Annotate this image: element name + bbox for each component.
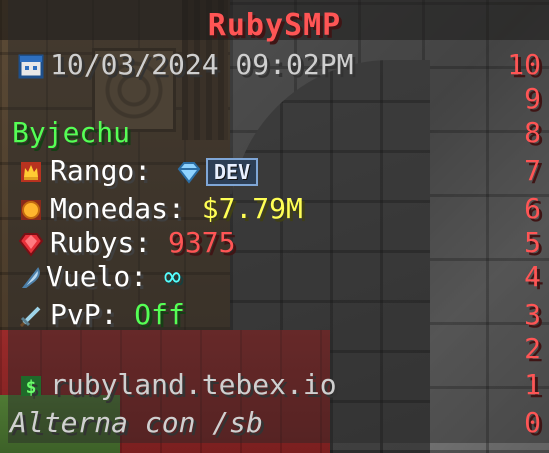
calendar-icon [18, 53, 44, 79]
store-url: rubyland.tebex.io [50, 368, 337, 401]
fly-value: ∞ [164, 260, 181, 293]
scoreboard-row-hint: Alterna con /sb 0 [0, 406, 549, 440]
rubies-label: Rubys: [50, 226, 152, 259]
scoreboard-row-rubies: Rubys: 9375 5 [0, 226, 549, 260]
scoreboard-title: RubySMP [207, 8, 342, 43]
score-3: 3 [524, 298, 541, 331]
rank-badge: DEV [206, 158, 259, 186]
player-name: Byjechu [12, 116, 131, 149]
toggle-hint: Alterna con /sb [10, 406, 263, 439]
score-10: 10 [507, 48, 541, 81]
coin-icon [18, 197, 44, 223]
sword-icon [18, 303, 44, 329]
pvp-label: PvP: [50, 298, 118, 331]
score-8: 8 [524, 116, 541, 149]
scoreboard-row-blank-1: 9 [0, 82, 549, 116]
pvp-value: Off [134, 298, 185, 331]
ruby-icon [18, 231, 44, 257]
scoreboard-row-date: 10/03/2024 09:02PM 10 [0, 48, 549, 82]
coins-label: Monedas: [50, 192, 185, 225]
scoreboard-row-fly: Vuelo: ∞ 4 [0, 260, 549, 294]
scoreboard-row-player: Byjechu 8 [0, 116, 549, 150]
scoreboard-row-rank: Rango: DEV 7 [0, 154, 549, 188]
score-5: 5 [524, 226, 541, 259]
score-6: 6 [524, 192, 541, 225]
coins-value: $7.79M [201, 192, 303, 225]
rank-label: Rango: [50, 154, 152, 187]
score-9: 9 [524, 82, 541, 115]
score-4: 4 [524, 260, 541, 293]
rubies-value: 9375 [168, 226, 236, 259]
scoreboard-row-blank-2: 2 [0, 332, 549, 366]
score-2: 2 [524, 332, 541, 365]
scoreboard-row-store: $ rubyland.tebex.io 1 [0, 368, 549, 402]
scoreboard-sidebar: RubySMP 10/03/2024 09:02PM 10 9 Byjechu … [0, 0, 549, 453]
fly-label: Vuelo: [46, 260, 148, 293]
crown-icon [18, 159, 44, 185]
score-1: 1 [524, 368, 541, 401]
score-0: 0 [524, 406, 541, 439]
score-7: 7 [524, 154, 541, 187]
diamond-icon [176, 159, 202, 185]
dollar-icon: $ [18, 373, 44, 399]
scoreboard-row-coins: Monedas: $7.79M 6 [0, 192, 549, 226]
feather-icon [18, 265, 44, 291]
svg-text:$: $ [26, 377, 37, 398]
date-time-text: 10/03/2024 09:02PM [50, 48, 354, 81]
scoreboard-row-pvp: PvP: Off 3 [0, 298, 549, 332]
